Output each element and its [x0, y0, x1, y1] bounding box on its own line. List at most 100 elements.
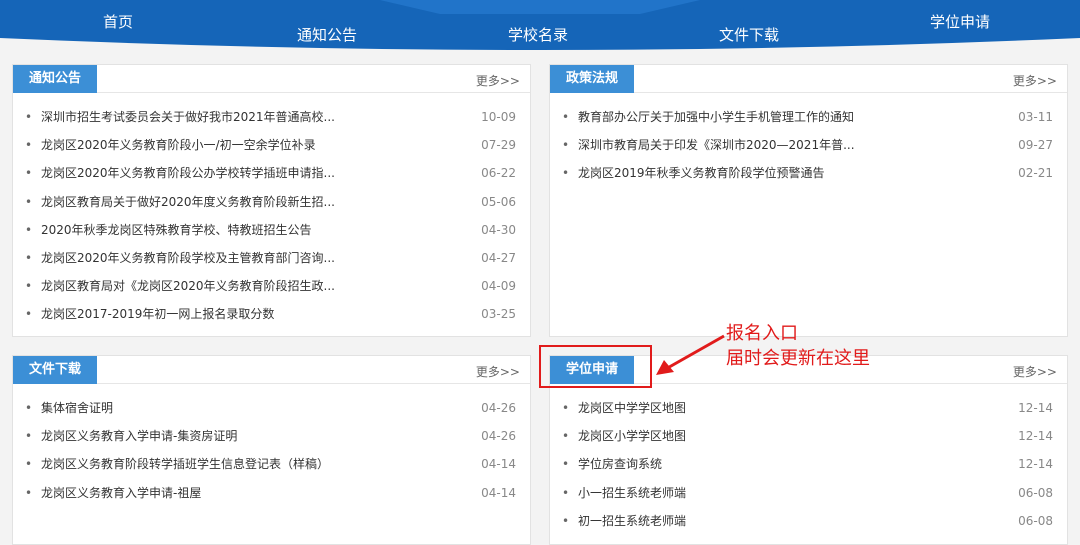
bullet-icon: • — [25, 194, 33, 209]
bullet-icon: • — [25, 138, 33, 153]
list-item[interactable]: • 龙岗区义务教育入学申请-集资房证明 04-26 — [13, 422, 530, 450]
bullet-icon: • — [562, 166, 570, 181]
download-panel: 文件下载 更多>> • 集体宿舍证明 04-26 • 龙岗区义务教育入学申请-集资房证… — [12, 355, 531, 545]
list-item[interactable]: • 龙岗区2019年秋季义务教育阶段学位预警通告 02-21 — [550, 159, 1067, 187]
item-date: 04-09 — [481, 279, 516, 294]
list-item[interactable]: • 龙岗区义务教育入学申请-祖屋 04-14 — [13, 479, 530, 507]
list-item[interactable]: • 龙岗区中学学区地图 12-14 — [550, 394, 1067, 422]
item-title: 深圳市招生考试委员会关于做好我市2021年普通高校... — [41, 110, 335, 124]
list-item[interactable]: • 龙岗区教育局关于做好2020年度义务教育阶段新生招... 05-06 — [13, 188, 530, 216]
notice-panel-header: 通知公告 更多>> — [13, 65, 530, 93]
policy-panel-title[interactable]: 政策法规 — [550, 65, 635, 93]
nav-degree-application[interactable]: 学位申请 — [930, 11, 990, 32]
annotation-line-1: 报名入口 — [726, 323, 798, 344]
bullet-icon: • — [562, 429, 570, 444]
list-item[interactable]: • 龙岗区2020年义务教育阶段小一/初一空余学位补录 07-29 — [13, 131, 530, 159]
item-title: 龙岗区教育局对《龙岗区2020年义务教育阶段招生政... — [41, 279, 335, 294]
bullet-icon: • — [562, 513, 570, 528]
policy-more-link[interactable]: 更多>> — [1013, 72, 1057, 89]
nav-notice[interactable]: 通知公告 — [297, 24, 357, 45]
item-date: 04-26 — [481, 401, 516, 415]
notice-more-link[interactable]: 更多>> — [476, 72, 520, 89]
bullet-icon: • — [25, 222, 33, 237]
policy-list: • 教育部办公厅关于加强中小学生手机管理工作的通知 03-11 • 深圳市教育局关于印… — [550, 103, 1067, 188]
item-date: 06-08 — [1018, 513, 1053, 528]
annotation-highlight-box — [539, 345, 652, 388]
list-item[interactable]: • 小一招生系统老师端 06-08 — [550, 479, 1067, 507]
apply-more-link[interactable]: 更多>> — [1013, 363, 1057, 380]
item-date: 05-06 — [481, 194, 516, 209]
item-title: 深圳市教育局关于印发《深圳市2020—2021年普... — [578, 138, 855, 153]
list-item[interactable]: • 龙岗区小学学区地图 12-14 — [550, 422, 1067, 450]
bullet-icon: • — [25, 279, 33, 294]
nav-home[interactable]: 首页 — [103, 11, 133, 32]
item-date: 06-08 — [1018, 485, 1053, 500]
item-title: 初一招生系统老师端 — [578, 513, 687, 528]
item-date: 06-22 — [481, 166, 516, 181]
list-item[interactable]: • 2020年秋季龙岗区特殊教育学校、特教班招生公告 04-30 — [13, 216, 530, 244]
item-title: 龙岗区2020年义务教育阶段公办学校转学插班申请指... — [41, 166, 335, 181]
bullet-icon: • — [562, 401, 570, 415]
top-nav: 首页 通知公告 学校名录 文件下载 学位申请 — [0, 0, 1080, 60]
bullet-icon: • — [562, 457, 570, 472]
item-title: 龙岗区中学学区地图 — [578, 401, 687, 415]
download-more-link[interactable]: 更多>> — [476, 363, 520, 380]
apply-list: • 龙岗区中学学区地图 12-14 • 龙岗区小学学区地图 12-14 • 学位房查询系统… — [550, 394, 1067, 535]
nav-school-directory[interactable]: 学校名录 — [508, 24, 568, 45]
download-list: • 集体宿舍证明 04-26 • 龙岗区义务教育入学申请-集资房证明 04-26 • 龙岗… — [13, 394, 530, 507]
item-title: 教育部办公厅关于加强中小学生手机管理工作的通知 — [578, 110, 855, 124]
annotation-line-2: 届时会更新在这里 — [726, 348, 870, 369]
annotation-arrow-icon — [656, 334, 725, 375]
item-date: 12-14 — [1018, 429, 1053, 444]
list-item[interactable]: • 初一招生系统老师端 06-08 — [550, 507, 1067, 535]
item-date: 04-14 — [481, 485, 516, 500]
item-date: 07-29 — [481, 138, 516, 153]
item-date: 02-21 — [1018, 166, 1053, 181]
item-title: 2020年秋季龙岗区特殊教育学校、特教班招生公告 — [41, 222, 312, 237]
bullet-icon: • — [25, 110, 33, 124]
item-date: 12-14 — [1018, 401, 1053, 415]
download-panel-header: 文件下载 更多>> — [13, 356, 530, 384]
item-title: 龙岗区义务教育阶段转学插班学生信息登记表（样稿） — [41, 457, 330, 472]
list-item[interactable]: • 龙岗区义务教育阶段转学插班学生信息登记表（样稿） 04-14 — [13, 450, 530, 478]
notice-panel-title[interactable]: 通知公告 — [13, 65, 98, 93]
item-title: 学位房查询系统 — [578, 457, 663, 472]
item-date: 12-14 — [1018, 457, 1053, 472]
bullet-icon: • — [25, 457, 33, 472]
list-item[interactable]: • 学位房查询系统 12-14 — [550, 450, 1067, 478]
bullet-icon: • — [25, 166, 33, 181]
item-title: 龙岗区2020年义务教育阶段小一/初一空余学位补录 — [41, 138, 316, 153]
notice-list: • 深圳市招生考试委员会关于做好我市2021年普通高校... 10-09 • 龙岗区2… — [13, 103, 530, 329]
item-date: 09-27 — [1018, 138, 1053, 153]
bullet-icon: • — [25, 485, 33, 500]
item-title: 龙岗区义务教育入学申请-祖屋 — [41, 485, 202, 500]
item-date: 04-14 — [481, 457, 516, 472]
download-panel-title[interactable]: 文件下载 — [13, 356, 98, 384]
item-title: 龙岗区2019年秋季义务教育阶段学位预警通告 — [578, 166, 825, 181]
item-date: 04-27 — [481, 250, 516, 265]
item-title: 龙岗区义务教育入学申请-集资房证明 — [41, 429, 238, 444]
bullet-icon: • — [25, 429, 33, 444]
bullet-icon: • — [25, 250, 33, 265]
bullet-icon: • — [562, 110, 570, 124]
bullet-icon: • — [25, 401, 33, 415]
item-date: 04-30 — [481, 222, 516, 237]
list-item[interactable]: • 龙岗区2020年义务教育阶段公办学校转学插班申请指... 06-22 — [13, 159, 530, 187]
item-title: 龙岗区2020年义务教育阶段学校及主管教育部门咨询... — [41, 250, 335, 265]
list-item[interactable]: • 龙岗区2017-2019年初一网上报名录取分数 03-25 — [13, 300, 530, 328]
list-item[interactable]: • 龙岗区2020年义务教育阶段学校及主管教育部门咨询... 04-27 — [13, 244, 530, 272]
bullet-icon: • — [562, 485, 570, 500]
list-item[interactable]: • 深圳市招生考试委员会关于做好我市2021年普通高校... 10-09 — [13, 103, 530, 131]
item-date: 03-11 — [1018, 110, 1053, 124]
list-item[interactable]: • 龙岗区教育局对《龙岗区2020年义务教育阶段招生政... 04-09 — [13, 272, 530, 300]
item-title: 龙岗区2017-2019年初一网上报名录取分数 — [41, 307, 275, 322]
list-item[interactable]: • 深圳市教育局关于印发《深圳市2020—2021年普... 09-27 — [550, 131, 1067, 159]
list-item[interactable]: • 教育部办公厅关于加强中小学生手机管理工作的通知 03-11 — [550, 103, 1067, 131]
nav-file-download[interactable]: 文件下载 — [719, 24, 779, 45]
list-item[interactable]: • 集体宿舍证明 04-26 — [13, 394, 530, 422]
bullet-icon: • — [25, 307, 33, 322]
policy-panel: 政策法规 更多>> • 教育部办公厅关于加强中小学生手机管理工作的通知 03-11 … — [549, 64, 1068, 337]
item-title: 小一招生系统老师端 — [578, 485, 687, 500]
item-date: 04-26 — [481, 429, 516, 444]
item-date: 03-25 — [481, 307, 516, 322]
